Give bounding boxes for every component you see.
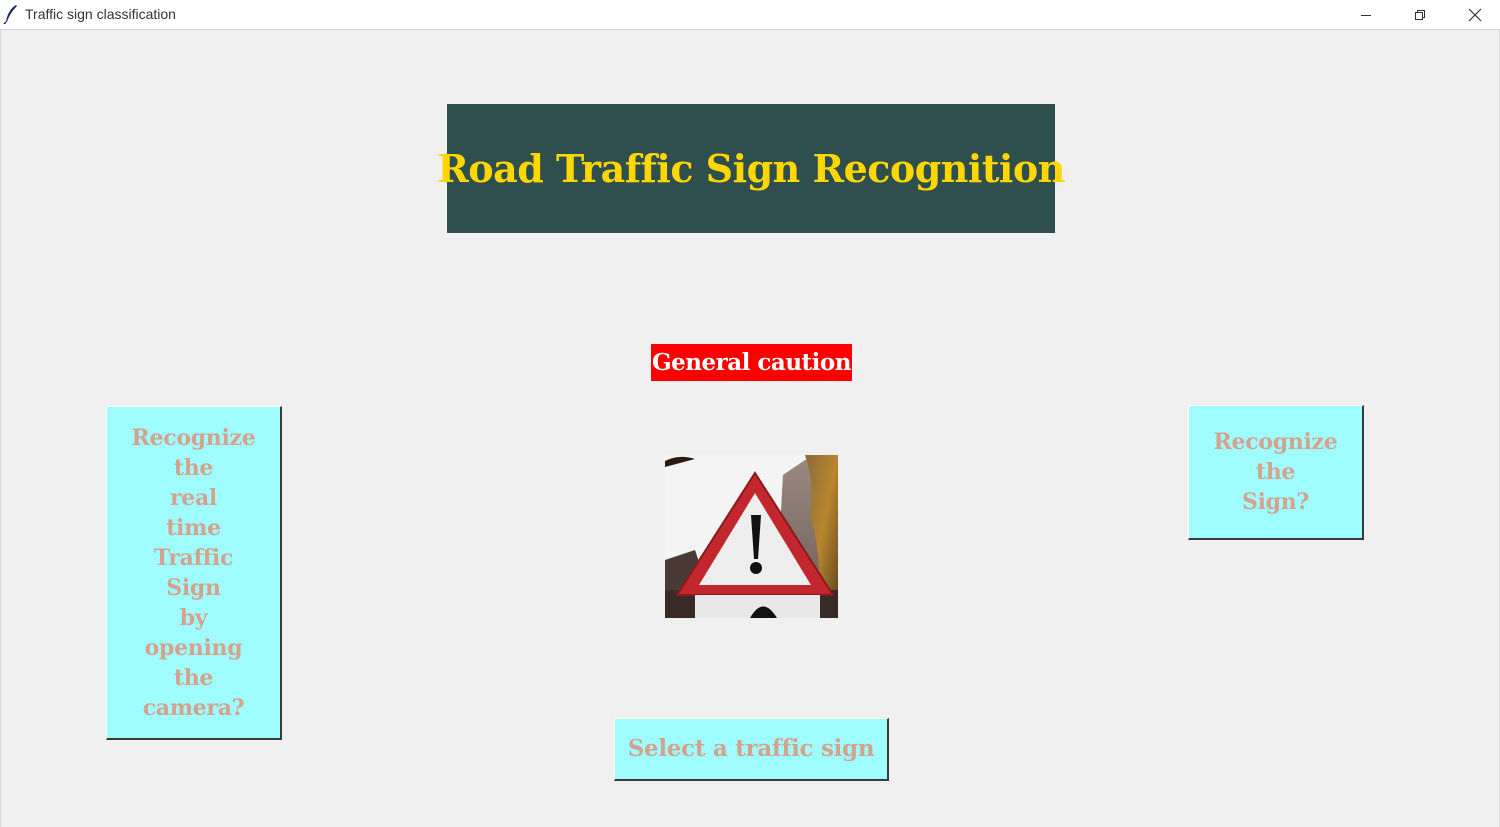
close-button[interactable] — [1452, 0, 1498, 29]
window-title: Traffic sign classification — [25, 6, 176, 22]
restore-icon — [1415, 9, 1425, 20]
minimize-icon — [1361, 14, 1371, 16]
restore-button[interactable] — [1397, 0, 1443, 29]
prediction-label: General caution — [651, 344, 852, 381]
recognize-sign-label: Recognize the Sign? — [1213, 429, 1338, 515]
close-icon — [1468, 8, 1482, 21]
select-traffic-sign-label: Select a traffic sign — [627, 735, 875, 762]
recognize-camera-label: Recognize the real time Traffic Sign by … — [131, 424, 256, 721]
heading-banner: Road Traffic Sign Recognition — [437, 104, 1065, 233]
page-title: Road Traffic Sign Recognition — [437, 146, 1065, 191]
title-bar: Traffic sign classification — [0, 0, 1500, 30]
feather-icon — [3, 5, 17, 24]
minimize-button[interactable] — [1343, 0, 1389, 29]
general-caution-sign-photo — [665, 455, 838, 618]
recognize-sign-button[interactable]: Recognize the Sign? — [1188, 405, 1364, 540]
recognize-camera-button[interactable]: Recognize the real time Traffic Sign by … — [106, 406, 282, 740]
select-traffic-sign-button[interactable]: Select a traffic sign — [614, 718, 889, 781]
